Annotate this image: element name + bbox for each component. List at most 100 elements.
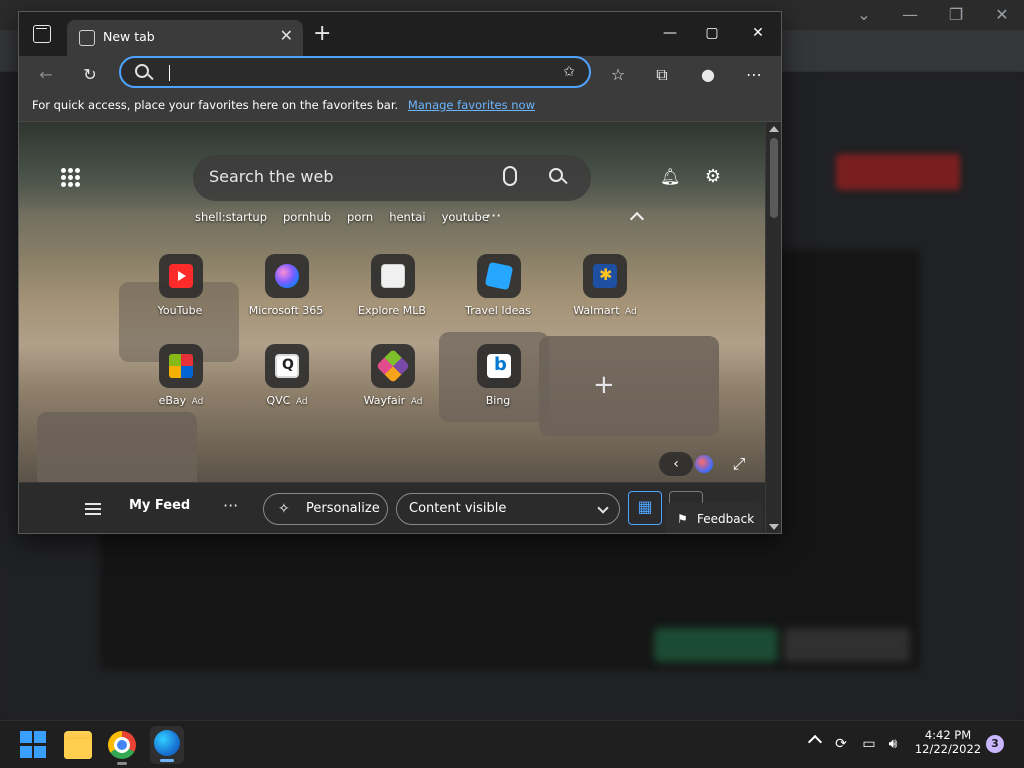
dot xyxy=(75,182,80,187)
start-square xyxy=(20,746,32,758)
feedback-button[interactable]: ⚑ Feedback xyxy=(665,503,763,533)
collections-icon[interactable]: ⧉ xyxy=(649,62,675,88)
tile-icon-box xyxy=(371,254,415,298)
feedback-label: Feedback xyxy=(697,512,755,526)
address-input[interactable] xyxy=(167,62,527,84)
search-icon[interactable] xyxy=(549,168,563,182)
expand-icon[interactable]: ⤢ xyxy=(727,452,751,476)
active-indicator xyxy=(160,759,174,762)
dot xyxy=(68,175,73,180)
tile-qvc[interactable]: QVC Ad xyxy=(247,344,327,407)
add-site-button[interactable]: + xyxy=(593,370,615,400)
tile-label: Explore MLB xyxy=(353,304,433,317)
close-icon: ✕ xyxy=(995,5,1009,24)
tile-label: eBay Ad xyxy=(141,394,221,407)
notification-badge[interactable]: 3 xyxy=(986,735,1004,753)
tile-label: Wayfair Ad xyxy=(353,394,433,407)
tile-bing[interactable]: Bing xyxy=(459,344,539,407)
tab-new-tab[interactable]: New tab ✕ xyxy=(67,20,303,56)
tile-name: Bing xyxy=(485,394,511,407)
edge-taskbar-button[interactable] xyxy=(150,726,184,764)
address-bar[interactable]: ✩ xyxy=(119,56,591,88)
notifications-bell-icon[interactable]: 🔔︎ xyxy=(660,167,680,187)
grid-view-icon[interactable]: ▦ xyxy=(628,491,662,525)
gear-icon[interactable]: ⚙ xyxy=(702,166,724,188)
ebay-icon xyxy=(169,354,193,378)
tile-icon-box xyxy=(371,344,415,388)
suggestion-item[interactable]: shell:startup xyxy=(195,210,267,224)
scroll-up-arrow-icon[interactable] xyxy=(769,126,779,132)
suggestion-item[interactable]: youtube xyxy=(442,210,489,224)
feed-bar: My Feed ··· ✧ Personalize Content visibl… xyxy=(19,482,765,533)
minimize-button[interactable]: — xyxy=(655,22,685,46)
tile-label: QVC Ad xyxy=(247,394,327,407)
tile-explore-mlb[interactable]: Explore MLB xyxy=(353,254,433,317)
background-info-icon[interactable] xyxy=(695,455,713,473)
tile-name: Travel Ideas xyxy=(465,304,531,317)
youtube-icon xyxy=(169,264,193,288)
sync-icon[interactable]: ⟳ xyxy=(832,735,850,753)
tab-title: New tab xyxy=(103,29,155,44)
more-suggestions-icon[interactable]: ··· xyxy=(486,206,501,225)
hamburger-menu-icon[interactable] xyxy=(85,503,101,515)
volume-icon[interactable]: 🔊︎ xyxy=(884,735,902,753)
refresh-icon[interactable]: ↻ xyxy=(77,62,103,88)
maximize-button[interactable]: ▢ xyxy=(697,22,727,46)
manage-favorites-link[interactable]: Manage favorites now xyxy=(408,98,535,112)
scroll-down-arrow-icon[interactable] xyxy=(769,524,779,530)
stone-shape xyxy=(37,412,197,492)
close-icon[interactable]: ✕ xyxy=(280,26,293,45)
scroll-thumb[interactable] xyxy=(770,138,778,218)
apps-launcher-icon[interactable] xyxy=(61,168,81,188)
microphone-icon[interactable] xyxy=(503,166,517,186)
dot xyxy=(61,168,66,173)
dot xyxy=(68,168,73,173)
content-visibility-select[interactable]: Content visible xyxy=(396,493,620,525)
web-search-box[interactable]: Search the web xyxy=(193,155,591,201)
tile-travel-ideas[interactable]: Travel Ideas xyxy=(459,254,539,317)
windows-start-icon[interactable] xyxy=(20,731,48,759)
tile-microsoft-365[interactable]: Microsoft 365 xyxy=(247,254,327,317)
background-red-button xyxy=(836,154,960,190)
tile-ad-badge: Ad xyxy=(191,397,204,407)
network-icon[interactable]: ▭ xyxy=(860,735,878,753)
suggestion-item[interactable]: hentai xyxy=(389,210,425,224)
clock-time: 4:42 PM xyxy=(924,728,972,742)
tile-label: YouTube xyxy=(141,304,221,317)
tile-name: Explore MLB xyxy=(358,304,426,317)
favorites-message: For quick access, place your favorites h… xyxy=(32,98,399,112)
tile-wayfair[interactable]: Wayfair Ad xyxy=(353,344,433,407)
close-window-button[interactable]: ✕ xyxy=(743,22,773,46)
tab-actions-icon[interactable] xyxy=(33,25,51,43)
toolbar: ← ↻ ✩ ☆ ⧉ ● ⋯ xyxy=(19,56,781,92)
tile-youtube[interactable]: YouTube xyxy=(141,254,221,317)
newtab-icon xyxy=(79,30,95,46)
background-controls: ‹ ⤢ xyxy=(659,452,753,476)
my-feed-tab[interactable]: My Feed xyxy=(129,498,190,513)
back-arrow-icon[interactable]: ← xyxy=(33,62,59,88)
microsoft-365-icon xyxy=(275,264,299,288)
tile-ebay[interactable]: eBay Ad xyxy=(141,344,221,407)
tile-ad-badge: Ad xyxy=(410,397,423,407)
profile-avatar-icon[interactable]: ● xyxy=(695,62,721,88)
file-explorer-icon[interactable] xyxy=(64,731,92,759)
add-favorite-icon[interactable]: ✩ xyxy=(563,64,575,80)
suggestion-item[interactable]: pornhub xyxy=(283,210,331,224)
background-green-button xyxy=(654,628,778,662)
chevron-down-icon xyxy=(597,502,609,514)
chrome-icon[interactable] xyxy=(108,731,136,759)
tile-walmart[interactable]: Walmart Ad xyxy=(565,254,645,317)
system-clock[interactable]: 4:42 PM 12/22/2022 xyxy=(912,728,984,756)
favorites-icon[interactable]: ☆ xyxy=(605,62,631,88)
bing-icon xyxy=(487,354,511,378)
vertical-scrollbar[interactable] xyxy=(765,122,781,533)
chevron-up-icon[interactable] xyxy=(629,211,645,227)
personalize-button[interactable]: ✧ Personalize xyxy=(263,493,388,525)
suggestion-item[interactable]: porn xyxy=(347,210,373,224)
previous-background-button[interactable]: ‹ xyxy=(659,452,693,476)
settings-more-icon[interactable]: ⋯ xyxy=(741,62,767,88)
feed-more-icon[interactable]: ··· xyxy=(223,496,238,515)
travel-icon xyxy=(484,261,514,291)
tile-name: QVC xyxy=(266,394,291,407)
new-tab-button[interactable]: + xyxy=(313,22,331,46)
